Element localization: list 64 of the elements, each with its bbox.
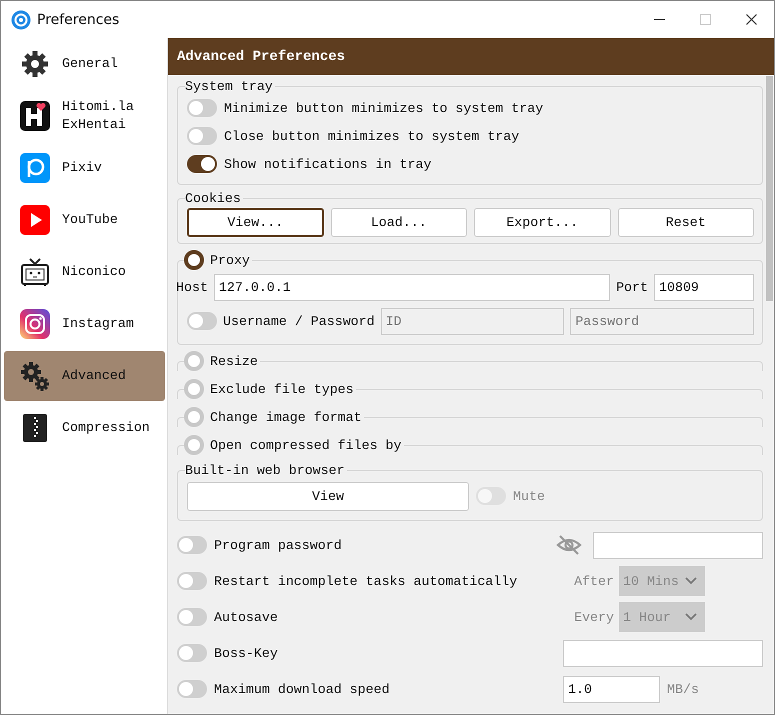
option-label: Close button minimizes to system tray <box>224 128 520 144</box>
cookie-button[interactable]: Export... <box>474 208 610 237</box>
setting-label: Program password <box>214 538 343 552</box>
prefix-label: After <box>574 574 614 588</box>
chevron-down-icon <box>685 577 697 585</box>
group-title: Exclude file types <box>210 382 354 396</box>
toggle-switch[interactable] <box>177 680 207 698</box>
sidebar-item[interactable]: Advanced <box>4 351 165 401</box>
app-icon <box>11 10 31 30</box>
host-field[interactable]: 127.0.0.1 <box>214 274 610 300</box>
view-button[interactable]: View <box>187 482 469 510</box>
option-label: Show notifications in tray <box>224 156 432 172</box>
toggle-switch[interactable] <box>187 155 217 173</box>
setting-label: Autosave <box>214 610 279 624</box>
setting-label: Boss-Key <box>214 646 279 660</box>
play-icon <box>19 204 51 236</box>
setting-label: Maximum download speed <box>214 682 391 696</box>
eye-slash-icon <box>556 534 582 556</box>
toggle-switch[interactable] <box>177 536 207 554</box>
speed-field[interactable]: 1.0 <box>563 676 660 702</box>
sidebar-item[interactable]: Compression <box>4 403 165 453</box>
group-title: System tray <box>185 79 273 94</box>
port-field[interactable]: 10809 <box>654 274 754 300</box>
maximize-icon <box>700 14 710 24</box>
port-label: Port <box>616 280 648 294</box>
toggle-switch[interactable] <box>187 312 217 330</box>
toggle-switch[interactable] <box>187 127 217 145</box>
group-title: Proxy <box>210 252 250 268</box>
scrollbar-thumb[interactable] <box>766 76 773 301</box>
host-label: Host <box>176 280 208 294</box>
group-title: Built-in web browser <box>185 463 345 478</box>
setting-label: Restart incomplete tasks automatically <box>214 574 518 588</box>
tv-icon <box>19 256 51 288</box>
mute-label: Mute <box>513 488 545 504</box>
key-field[interactable] <box>563 640 763 666</box>
group-title: Resize <box>210 354 258 368</box>
cookie-button[interactable]: Load... <box>330 208 467 237</box>
auth-label: Username / Password <box>223 314 375 328</box>
chevron-down-icon <box>685 613 697 621</box>
option-label: Minimize button minimizes to system tray <box>224 100 544 116</box>
toggle-switch[interactable] <box>177 644 207 662</box>
sidebar-item[interactable]: YouTube <box>4 195 165 245</box>
gear-icon <box>19 48 51 80</box>
cookie-button[interactable]: Reset <box>618 208 754 237</box>
toggle-switch[interactable] <box>187 99 217 117</box>
group-title: Change image format <box>210 410 362 424</box>
sidebar-item[interactable]: Pixiv <box>4 143 165 193</box>
sidebar-item[interactable]: Instagram <box>4 299 165 349</box>
window-title: Preferences <box>37 12 120 28</box>
radio-button[interactable] <box>184 250 204 270</box>
camera-icon <box>19 308 51 340</box>
header-title: Advanced Preferences <box>177 48 346 64</box>
sidebar-item[interactable]: Niconico <box>4 247 165 297</box>
group-title: Cookies <box>185 191 241 206</box>
unit-label: MB/s <box>667 682 700 696</box>
password-field[interactable] <box>593 532 763 558</box>
group-title: Open compressed files by <box>210 438 402 452</box>
gears-icon <box>19 360 51 392</box>
sidebar-item[interactable]: General <box>4 39 165 89</box>
letter-icon <box>19 152 51 184</box>
cookie-button[interactable]: View... <box>187 208 324 237</box>
prefix-label: Every <box>574 610 614 624</box>
close-icon <box>746 14 756 24</box>
sidebar-item[interactable]: Hitomi.la ExHentai <box>4 91 165 141</box>
